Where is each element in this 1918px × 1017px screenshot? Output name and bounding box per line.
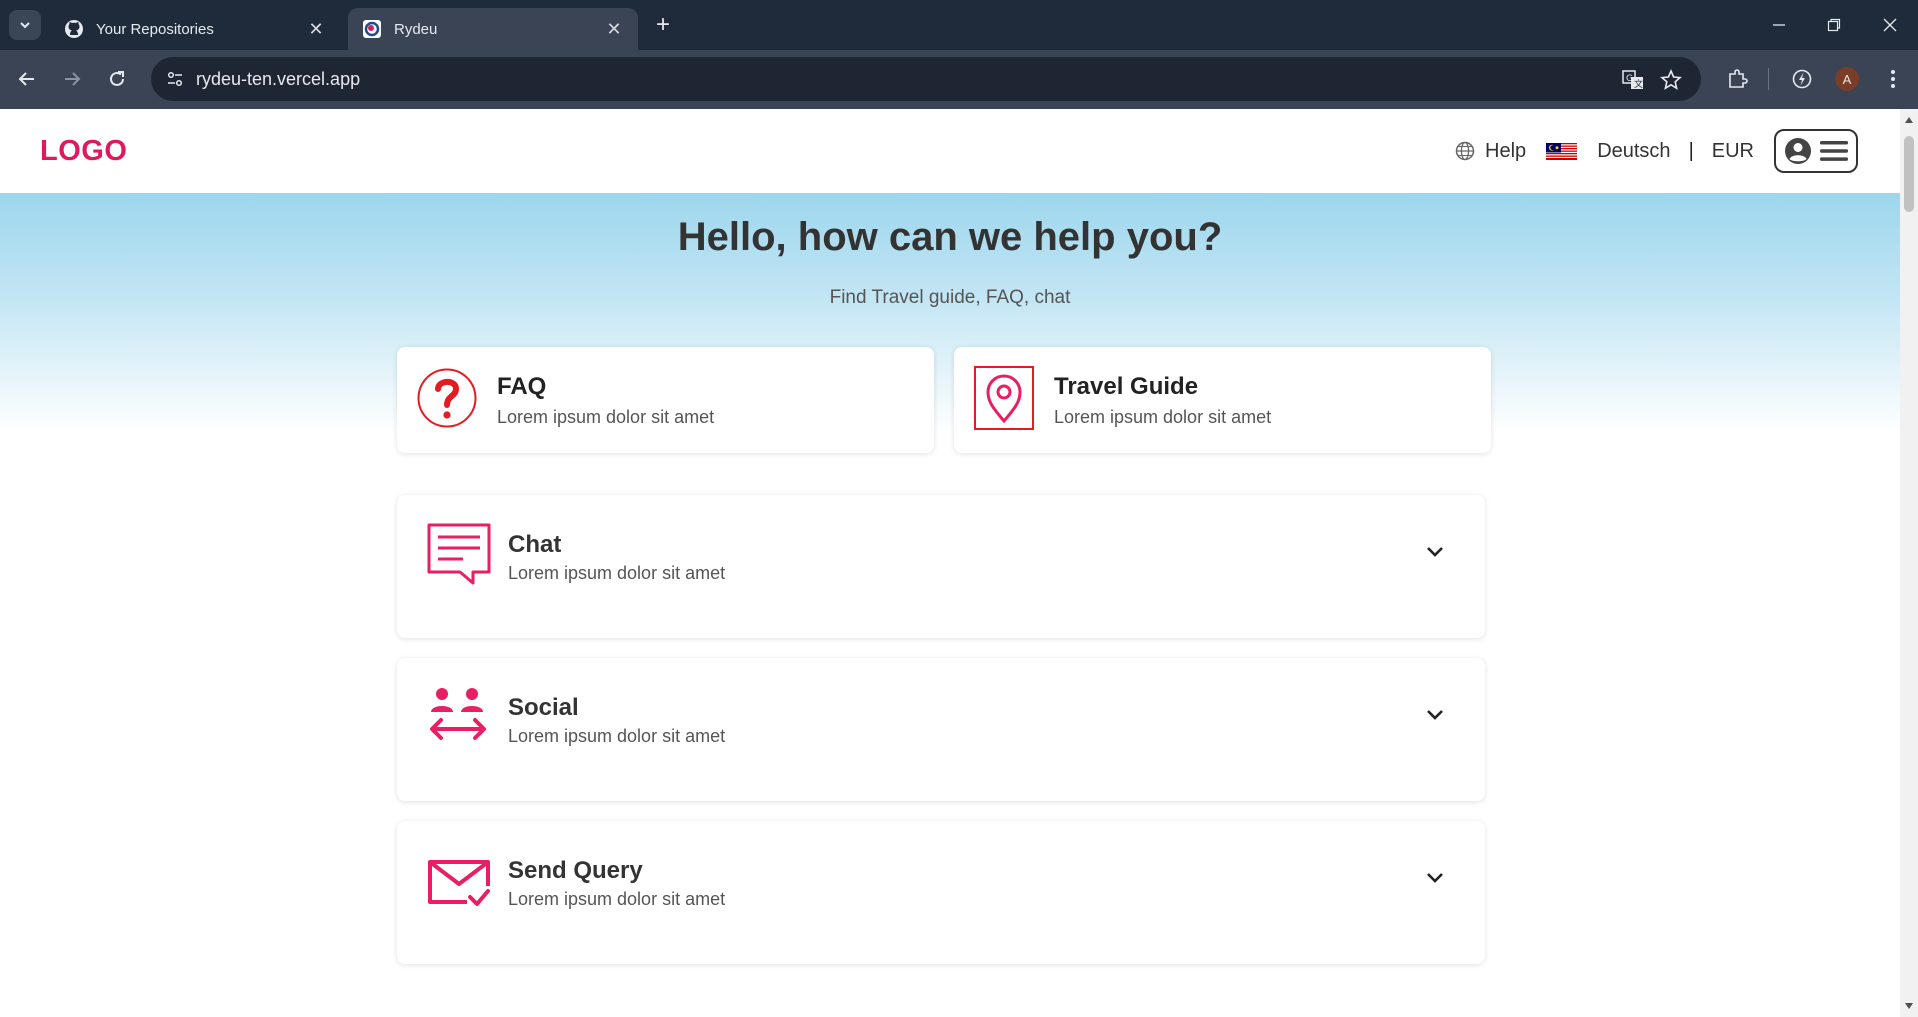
hamburger-icon	[1820, 141, 1848, 161]
send-query-accordion[interactable]: Send Query Lorem ipsum dolor sit amet	[397, 821, 1485, 964]
site-info-icon[interactable]	[161, 65, 189, 93]
performance-icon[interactable]	[1788, 65, 1816, 93]
close-tab-icon[interactable]: ✕	[306, 19, 326, 39]
github-icon	[64, 19, 84, 39]
malaysia-flag-icon[interactable]	[1546, 142, 1578, 160]
tab-your-repositories[interactable]: Your Repositories ✕	[50, 8, 340, 50]
chevron-down-icon[interactable]	[1423, 865, 1447, 889]
toolbar-divider	[1768, 68, 1769, 90]
user-circle-icon	[1785, 138, 1811, 164]
header-separator: |	[1688, 139, 1694, 162]
chevron-down-icon	[20, 22, 30, 29]
url-text: rydeu-ten.vercel.app	[196, 69, 361, 89]
globe-icon	[1455, 141, 1475, 161]
mail-check-icon	[428, 860, 490, 906]
scroll-up-arrow-icon[interactable]	[1905, 117, 1913, 123]
faq-description: Lorem ipsum dolor sit amet	[497, 407, 715, 427]
svg-text:G: G	[1626, 74, 1633, 84]
chat-icon	[427, 523, 491, 585]
chat-title: Chat	[508, 531, 562, 558]
address-bar[interactable]: rydeu-ten.vercel.app G文	[151, 57, 1701, 101]
tab-title: Rydeu	[394, 20, 438, 38]
social-description: Lorem ipsum dolor sit amet	[508, 726, 726, 746]
chevron-down-icon[interactable]	[1423, 702, 1447, 726]
tab-title: Your Repositories	[96, 20, 214, 38]
social-accordion[interactable]: Social Lorem ipsum dolor sit amet	[397, 658, 1485, 801]
browser-toolbar: rydeu-ten.vercel.app G文 A	[0, 50, 1918, 109]
extensions-icon[interactable]	[1723, 65, 1751, 93]
new-tab-button[interactable]: +	[650, 11, 676, 38]
help-link[interactable]: Help	[1455, 140, 1526, 163]
page-content: LOGO Help Deutsch | EUR Hello, how can w…	[0, 109, 1900, 1017]
more-menu-icon[interactable]	[1879, 65, 1907, 93]
translate-icon[interactable]: G文	[1621, 68, 1645, 92]
send-query-description: Lorem ipsum dolor sit amet	[508, 889, 726, 909]
hero-subtitle: Find Travel guide, FAQ, chat	[829, 287, 1071, 308]
faq-card[interactable]: FAQ Lorem ipsum dolor sit amet	[397, 347, 934, 453]
hero-title: Hello, how can we help you?	[677, 215, 1223, 259]
close-tab-icon[interactable]: ✕	[604, 19, 624, 39]
scroll-thumb[interactable]	[1904, 136, 1914, 212]
currency-selector[interactable]: EUR	[1712, 140, 1754, 163]
travel-guide-description: Lorem ipsum dolor sit amet	[1054, 407, 1272, 427]
travel-guide-title: Travel Guide	[1054, 373, 1199, 400]
tab-rydeu[interactable]: Rydeu ✕	[348, 8, 638, 50]
svg-text:文: 文	[1634, 78, 1643, 90]
location-pin-icon	[974, 366, 1034, 430]
close-window-icon[interactable]	[1870, 8, 1910, 42]
rydeu-icon	[362, 19, 382, 39]
site-logo[interactable]: LOGO	[40, 135, 127, 168]
language-selector[interactable]: Deutsch	[1597, 140, 1670, 163]
hero-section: Hello, how can we help you? Find Travel …	[0, 193, 1900, 433]
people-exchange-icon	[430, 688, 486, 740]
social-title: Social	[508, 694, 579, 721]
profile-avatar[interactable]: A	[1833, 65, 1861, 93]
send-query-title: Send Query	[508, 857, 643, 884]
chevron-down-icon[interactable]	[1423, 539, 1447, 563]
user-menu-button[interactable]	[1774, 129, 1858, 173]
chat-description: Lorem ipsum dolor sit amet	[508, 563, 726, 583]
browser-tab-bar: Your Repositories ✕ Rydeu ✕ +	[0, 0, 1918, 50]
travel-guide-card[interactable]: Travel Guide Lorem ipsum dolor sit amet	[954, 347, 1491, 453]
back-arrow-icon[interactable]	[11, 63, 43, 95]
minimize-icon[interactable]	[1759, 8, 1799, 42]
reload-icon[interactable]	[101, 63, 133, 95]
scroll-down-arrow-icon[interactable]	[1905, 1003, 1913, 1009]
forward-arrow-icon[interactable]	[56, 63, 88, 95]
help-label: Help	[1485, 139, 1527, 162]
tab-search-button[interactable]	[9, 10, 41, 40]
header-actions: Help Deutsch | EUR	[1455, 129, 1858, 173]
page-scrollbar[interactable]	[1900, 109, 1918, 1017]
bookmark-star-icon[interactable]	[1659, 68, 1683, 92]
faq-title: FAQ	[497, 373, 547, 400]
restore-icon[interactable]	[1814, 8, 1854, 42]
question-icon	[417, 368, 477, 428]
site-header: LOGO Help Deutsch | EUR	[0, 109, 1900, 193]
chat-accordion[interactable]: Chat Lorem ipsum dolor sit amet	[397, 495, 1485, 638]
